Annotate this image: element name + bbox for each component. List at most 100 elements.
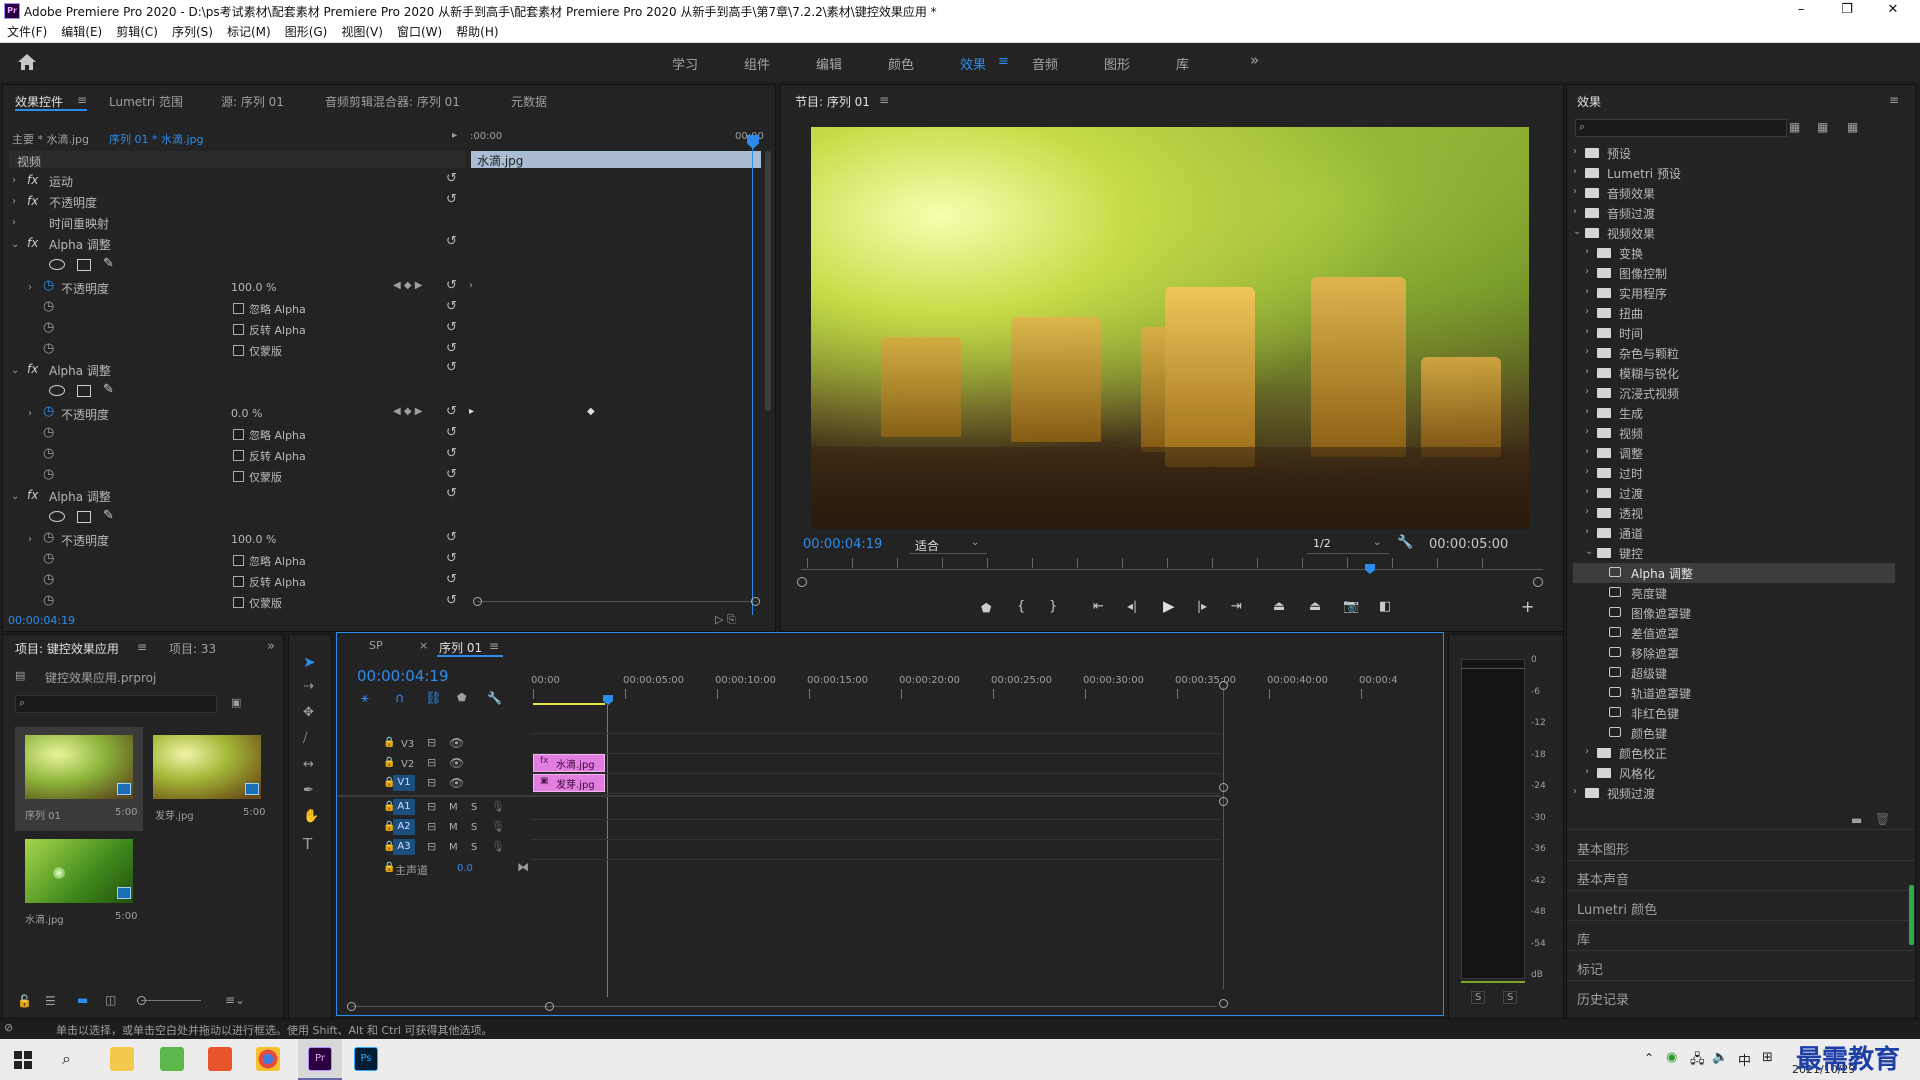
volume-icon[interactable]: 🔈: [1712, 1050, 1728, 1065]
project-search-input[interactable]: [15, 695, 217, 713]
program-ruler[interactable]: [801, 569, 1543, 570]
invert-alpha-checkbox[interactable]: [233, 450, 244, 461]
file-explorer-icon[interactable]: [110, 1047, 134, 1071]
play-icon[interactable]: ▶: [1163, 597, 1175, 615]
effects-folder[interactable]: 预设: [1607, 145, 1631, 162]
effects-folder[interactable]: 模糊与锐化: [1619, 365, 1679, 382]
step-forward-icon[interactable]: |▸: [1197, 599, 1207, 613]
reset-icon[interactable]: ↺: [446, 320, 457, 335]
chevron-right-icon[interactable]: ›: [1585, 326, 1589, 337]
chevron-right-icon[interactable]: ›: [1585, 346, 1589, 357]
sync-lock-icon[interactable]: ⊟: [427, 820, 436, 833]
chevron-right-icon[interactable]: ›: [1585, 266, 1589, 277]
effects-item[interactable]: 轨道遮罩键: [1631, 685, 1691, 702]
nest-sequence-icon[interactable]: ⚹: [361, 691, 369, 706]
stopwatch-icon[interactable]: ◷: [43, 341, 54, 356]
effect-alpha-adjust-2[interactable]: Alpha 调整: [49, 362, 111, 382]
fit-dropdown[interactable]: 适合 ⌄: [909, 536, 987, 554]
program-playhead[interactable]: [1365, 564, 1375, 574]
resolution-dropdown[interactable]: 1/2 ⌄: [1307, 536, 1389, 554]
effects-folder[interactable]: 通道: [1619, 525, 1643, 542]
close-button[interactable]: ✕: [1870, 0, 1916, 22]
clip-sprout[interactable]: ▣ 发芽.jpg: [533, 774, 605, 792]
stopwatch-icon[interactable]: ◷: [43, 530, 54, 545]
effects-folder[interactable]: 实用程序: [1619, 285, 1667, 302]
slip-tool-icon[interactable]: ↔: [303, 757, 314, 772]
chevron-right-icon[interactable]: ›: [1585, 286, 1589, 297]
mic-icon[interactable]: 🎙: [491, 800, 505, 813]
mask-only-checkbox[interactable]: [233, 345, 244, 356]
add-button-icon[interactable]: +: [1521, 597, 1534, 616]
tray-chevron-icon[interactable]: ⌃: [1644, 1051, 1654, 1065]
reset-icon[interactable]: ↺: [446, 234, 457, 249]
track-a1[interactable]: A1: [393, 799, 415, 815]
effects-folder[interactable]: 透视: [1619, 505, 1643, 522]
scroll-handle[interactable]: [1219, 783, 1228, 792]
minimize-button[interactable]: –: [1778, 0, 1824, 22]
ellipse-mask-icon[interactable]: [49, 385, 65, 396]
effect-motion[interactable]: 运动: [49, 173, 73, 193]
effects-folder[interactable]: 图像控制: [1619, 265, 1667, 282]
effects-folder[interactable]: 沉浸式视频: [1619, 385, 1679, 402]
effects-folder[interactable]: 视频效果: [1607, 225, 1655, 242]
clip-waterdrop[interactable]: fx 水滴.jpg: [533, 754, 605, 772]
chevron-right-icon[interactable]: ›: [1585, 306, 1589, 317]
delete-icon[interactable]: 🗑: [1875, 812, 1890, 826]
keyframe-icon[interactable]: ◆: [587, 406, 595, 417]
reset-icon[interactable]: ↺: [446, 467, 457, 482]
stopwatch-icon[interactable]: ◷: [43, 446, 54, 461]
new-bin-icon[interactable]: ▣: [231, 696, 241, 709]
timeline-hscroll[interactable]: [351, 1006, 1217, 1007]
network-icon[interactable]: 🖧: [1690, 1050, 1705, 1072]
zoom-slider-handle[interactable]: [137, 996, 146, 1005]
workspace-menu-icon[interactable]: ≡: [998, 54, 1009, 69]
effects-item[interactable]: Alpha 调整: [1631, 565, 1693, 582]
tab-menu-icon[interactable]: ≡: [77, 93, 87, 107]
chevron-down-icon[interactable]: ⌄: [1573, 226, 1581, 237]
timeline-settings-icon[interactable]: 🔧: [487, 691, 502, 705]
solo-button[interactable]: S: [471, 842, 477, 853]
reset-icon[interactable]: ↺: [446, 360, 457, 375]
project-item-name[interactable]: 水滴.jpg: [25, 911, 64, 926]
eye-icon[interactable]: 👁: [449, 776, 464, 790]
reset-icon[interactable]: ↺: [446, 171, 457, 186]
thumbnail-sequence[interactable]: [25, 735, 133, 799]
mask-only-checkbox[interactable]: [233, 471, 244, 482]
add-marker-icon[interactable]: ⬟: [457, 691, 467, 704]
panel-essential-sound[interactable]: 基本声音: [1577, 869, 1629, 888]
lock-icon[interactable]: 🔓: [17, 994, 32, 1008]
menu-sequence[interactable]: 序列(S): [165, 22, 220, 42]
menu-file[interactable]: 文件(F): [0, 22, 54, 42]
mute-button[interactable]: M: [449, 822, 458, 833]
reset-icon[interactable]: ↺: [446, 278, 457, 293]
lift-icon[interactable]: ⏏: [1273, 599, 1285, 614]
effects-item[interactable]: 亮度键: [1631, 585, 1667, 602]
effects-panel-title[interactable]: 效果: [1577, 93, 1601, 110]
chevron-right-icon[interactable]: ›: [1585, 746, 1589, 757]
keyframe-icon[interactable]: ▸: [469, 406, 474, 417]
chevron-right-icon[interactable]: ›: [1585, 426, 1589, 437]
zoom-slider[interactable]: [141, 1000, 201, 1001]
workspace-overflow-icon[interactable]: »: [1250, 51, 1259, 69]
track-v3[interactable]: V3: [401, 739, 414, 750]
go-to-out-icon[interactable]: ⇥: [1231, 599, 1242, 614]
lock-icon[interactable]: 🔒: [383, 737, 395, 748]
timeline-timecode[interactable]: 00:00:04:19: [357, 667, 449, 685]
sync-lock-icon[interactable]: ⊟: [427, 776, 436, 789]
panel-libraries[interactable]: 库: [1577, 929, 1590, 948]
thumbnail-sprout[interactable]: [153, 735, 261, 799]
effects-folder[interactable]: 变换: [1619, 245, 1643, 262]
scroll-handle[interactable]: [1219, 797, 1228, 806]
effect-alpha-adjust-1[interactable]: Alpha 调整: [49, 236, 111, 256]
go-to-in-icon[interactable]: ⇤: [1093, 599, 1104, 614]
sync-lock-icon[interactable]: ⊟: [427, 800, 436, 813]
ec-zoom-bar[interactable]: [477, 601, 757, 602]
panel-history[interactable]: 历史记录: [1577, 989, 1629, 1008]
effects-folder[interactable]: 扭曲: [1619, 305, 1643, 322]
workspace-color[interactable]: 颜色: [888, 54, 914, 73]
stopwatch-icon[interactable]: ◷: [43, 425, 54, 440]
pen-mask-icon[interactable]: ✎: [103, 508, 114, 523]
effects-item[interactable]: 超级键: [1631, 665, 1667, 682]
premiere-taskbar-icon[interactable]: Pr: [308, 1047, 332, 1071]
tab-source[interactable]: 源: 序列 01: [221, 93, 284, 110]
